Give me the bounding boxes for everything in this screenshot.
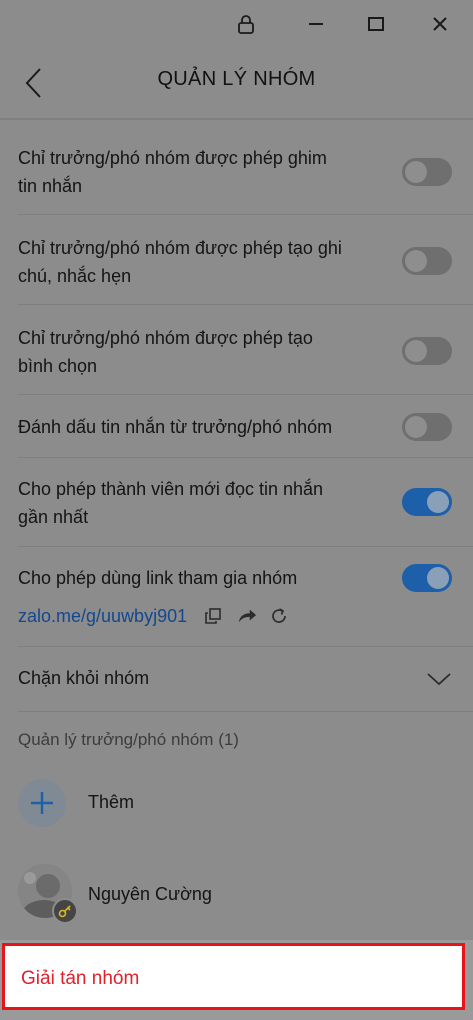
toggle-mark-admin-messages[interactable]: [402, 413, 452, 441]
copy-icon[interactable]: [203, 606, 223, 626]
close-icon[interactable]: [420, 8, 460, 40]
row-divider: [18, 711, 473, 712]
setting-label: Chỉ trưởng/phó nhóm được phép tạo bình ch…: [18, 328, 313, 376]
toggle-create-polls[interactable]: [402, 337, 452, 365]
maximize-icon[interactable]: [356, 8, 396, 40]
toggle-pin-messages[interactable]: [402, 158, 452, 186]
setting-row-mark-admin-messages: Đánh dấu tin nhắn từ trưởng/phó nhóm: [0, 395, 473, 457]
add-admin-button[interactable]: [18, 779, 66, 827]
block-from-group-row[interactable]: Chặn khỏi nhóm: [0, 647, 473, 711]
toggle-join-link[interactable]: [402, 564, 452, 592]
minimize-icon[interactable]: [296, 8, 336, 40]
join-link[interactable]: zalo.me/g/uuwbyj901: [18, 606, 187, 627]
setting-row-new-member-read-history: Cho phép thành viên mới đọc tin nhắn gần …: [0, 458, 473, 546]
page-title: QUẢN LÝ NHÓM: [157, 68, 316, 90]
block-from-group-label: Chặn khỏi nhóm: [18, 668, 150, 688]
toggle-create-notes[interactable]: [402, 247, 452, 275]
disband-group-button[interactable]: Giải tán nhóm: [2, 943, 465, 1010]
setting-label: Đánh dấu tin nhắn từ trưởng/phó nhóm: [18, 417, 333, 437]
key-icon: [52, 898, 78, 924]
refresh-icon[interactable]: [269, 606, 289, 626]
add-admin-label[interactable]: Thêm: [88, 792, 134, 813]
setting-label: Cho phép dùng link tham gia nhóm: [18, 568, 298, 588]
chevron-down-icon[interactable]: [426, 671, 452, 692]
member-name[interactable]: Nguyên Cường: [88, 884, 212, 905]
admins-section-title: Quản lý trưởng/phó nhóm (1): [18, 730, 239, 749]
setting-row-create-notes: Chỉ trưởng/phó nhóm được phép tạo ghi chú…: [0, 215, 473, 305]
setting-label: Chỉ trưởng/phó nhóm được phép tạo ghi chú…: [18, 238, 342, 286]
share-icon[interactable]: [237, 606, 257, 626]
lock-icon[interactable]: [226, 8, 266, 40]
group-management-window: QUẢN LÝ NHÓM Chỉ trưởng/phó nhóm được ph…: [0, 0, 473, 1020]
setting-label: Chỉ trưởng/phó nhóm được phép ghim tin nh…: [18, 148, 327, 196]
setting-label: Cho phép thành viên mới đọc tin nhắn gần …: [18, 479, 324, 527]
join-link-line: zalo.me/g/uuwbyj901: [18, 604, 289, 628]
toggle-new-member-read-history[interactable]: [402, 488, 452, 516]
setting-row-pin-messages: Chỉ trưởng/phó nhóm được phép ghim tin nh…: [0, 120, 473, 214]
plus-icon: [31, 792, 53, 814]
disband-group-label: Giải tán nhóm: [21, 968, 140, 989]
avatar[interactable]: [18, 864, 78, 924]
title-bar: [0, 0, 473, 46]
setting-row-create-polls: Chỉ trưởng/phó nhóm được phép tạo bình ch…: [0, 305, 473, 395]
page-header: QUẢN LÝ NHÓM: [0, 46, 473, 118]
